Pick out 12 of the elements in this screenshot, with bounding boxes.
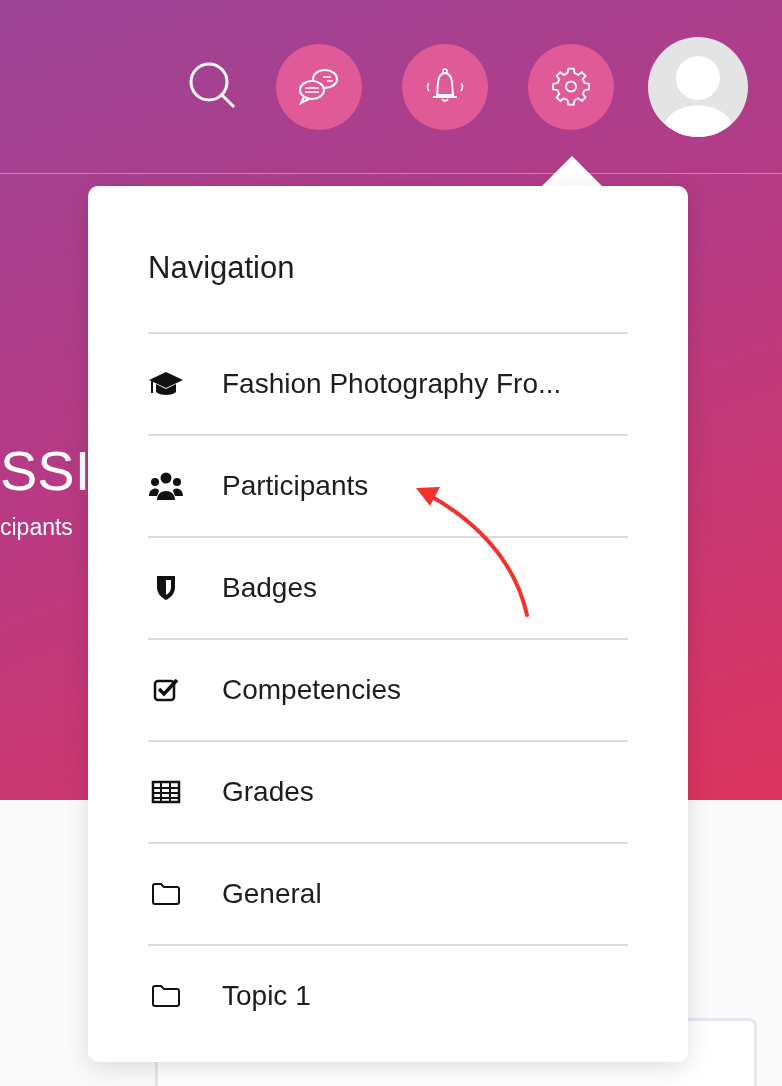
menu-item[interactable]: Grades xyxy=(222,776,314,808)
menu-item[interactable]: Participants xyxy=(222,470,369,502)
menu-item[interactable]: Badges xyxy=(222,572,317,604)
menu-title: Navigation xyxy=(148,186,628,334)
page-subtitle: cipants xyxy=(0,514,73,541)
menu-item[interactable]: Competencies xyxy=(222,674,401,706)
menu-item[interactable]: Fashion Photography Fro... xyxy=(222,368,562,400)
chat-bubbles-icon xyxy=(297,66,341,107)
users-icon xyxy=(148,471,184,501)
page-title: SSI xyxy=(0,438,91,504)
menu-item[interactable]: Topic 1 xyxy=(222,980,311,1012)
menu-item[interactable]: General xyxy=(222,878,322,910)
